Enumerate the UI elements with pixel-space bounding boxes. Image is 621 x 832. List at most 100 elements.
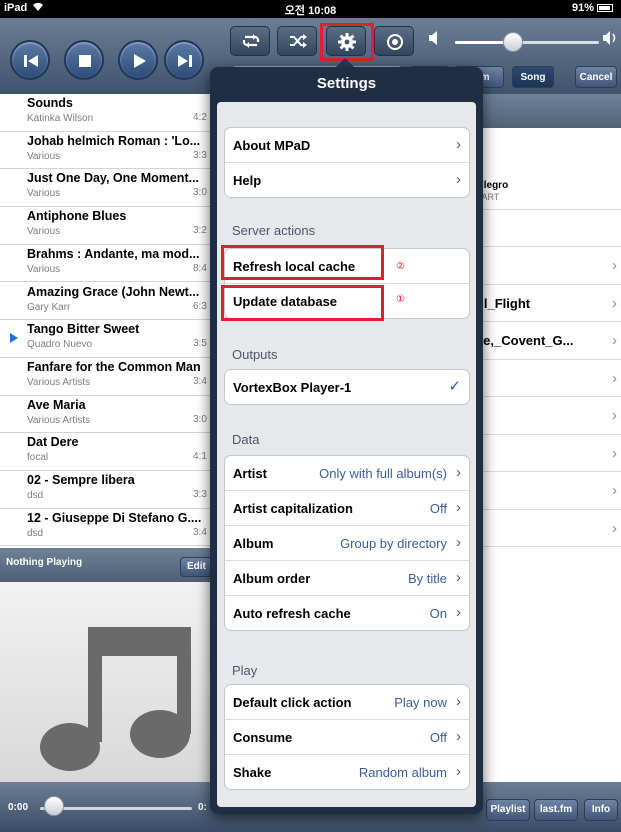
output-label: VortexBox Player-1 (233, 380, 352, 395)
library-row[interactable]: › (460, 247, 621, 285)
track-duration: 3:3 (193, 149, 207, 161)
playlist-row[interactable]: 02 - Sempre libera dsd 3:3 (0, 471, 212, 509)
help-label: Help (233, 173, 262, 188)
track-duration: 3:2 (193, 225, 207, 237)
chevron-right-icon: › (612, 257, 617, 274)
volume-low-icon (427, 30, 441, 51)
album-value: Group by directory (340, 536, 447, 551)
chevron-right-icon: › (456, 693, 461, 710)
stop-icon (79, 55, 91, 67)
playlist-row[interactable]: Antiphone Blues Various 3:2 (0, 207, 212, 245)
shake-label: Shake (233, 765, 272, 780)
volume-knob[interactable] (502, 32, 523, 52)
info-group: About MPaD › Help › (224, 127, 470, 198)
help-cell[interactable]: Help › (225, 163, 469, 197)
output-cell[interactable]: VortexBox Player-1 ✓ (225, 370, 469, 404)
remaining-time: 0: (198, 802, 207, 813)
play-icon (134, 54, 146, 68)
chevron-right-icon: › (612, 332, 617, 349)
info-button[interactable]: Info (584, 799, 618, 821)
playlist-row[interactable]: Dat Dere focal 4:1 (0, 433, 212, 471)
shake-cell[interactable]: Shake Random album › (225, 755, 469, 789)
repeat-icon (242, 34, 260, 48)
playlist-row[interactable]: Johab helmich Roman : 'Lo... Various 3:3 (0, 132, 212, 170)
chevron-right-icon: › (456, 171, 461, 188)
track-duration: 4:1 (193, 451, 207, 463)
shuffle-button[interactable] (277, 26, 317, 56)
cancel-button[interactable]: Cancel (575, 66, 617, 88)
output-button[interactable] (374, 26, 414, 56)
library-row[interactable]: oul_Flight › (460, 285, 621, 322)
track-artist: Various (27, 150, 61, 162)
library-row[interactable]: use,_Covent_G... › (460, 322, 621, 360)
artist-cell[interactable]: Artist Only with full album(s) › (225, 456, 469, 491)
library-row[interactable]: - Allegro ZART (460, 172, 621, 210)
consume-label: Consume (233, 730, 293, 745)
playlist-row[interactable]: Brahms : Andante, ma mod... Various 8:4 (0, 245, 212, 283)
library-row[interactable]: › (460, 510, 621, 547)
repeat-button[interactable] (230, 26, 270, 56)
play-group: Default click action Play now › Consume … (224, 684, 470, 790)
library-row[interactable] (460, 210, 621, 247)
track-title: Dat Dere (27, 435, 79, 450)
play-button[interactable] (118, 40, 158, 80)
chevron-right-icon: › (456, 763, 461, 780)
track-duration: 3:0 (193, 413, 207, 425)
track-artist: Various (27, 188, 61, 200)
track-artist: Various (27, 226, 61, 238)
library-header (460, 94, 621, 128)
album-label: Album (233, 536, 274, 551)
track-title: Sounds (27, 96, 73, 110)
checkmark-icon: ✓ (448, 378, 461, 395)
playlist-button[interactable]: Playlist (486, 799, 530, 821)
previous-button[interactable] (10, 40, 50, 80)
track-duration: 6:3 (193, 300, 207, 312)
track-artist: Gary Karr (27, 301, 71, 313)
playlist-row[interactable]: Fanfare for the Common Man Various Artist… (0, 358, 212, 396)
section-data: Data (232, 432, 260, 447)
library-row[interactable]: › (460, 397, 621, 435)
volume-slider[interactable] (455, 41, 599, 44)
track-artist: focal (27, 452, 49, 464)
playlist-row[interactable]: Tango Bitter Sweet Quadro Nuevo 3:5 (0, 320, 212, 358)
album-order-cell[interactable]: Album order By title › (225, 561, 469, 596)
chevron-right-icon: › (612, 444, 617, 462)
settings-popover: Settings About MPaD › Help › Server acti… (210, 67, 483, 814)
artist-capitalization-value: Off (429, 501, 447, 516)
update-database-highlight (221, 285, 384, 321)
artist-capitalization-cell[interactable]: Artist capitalization Off › (225, 491, 469, 526)
progress-knob[interactable] (44, 796, 64, 816)
track-title: Fanfare for the Common Man (27, 359, 201, 374)
now-playing-icon (10, 333, 18, 344)
library-row[interactable]: › (460, 360, 621, 397)
now-playing-header: Nothing Playing Edit (0, 548, 220, 582)
library-row[interactable]: › (460, 472, 621, 510)
song-segment[interactable]: Song (512, 66, 554, 88)
about-cell[interactable]: About MPaD › (225, 128, 469, 163)
next-button[interactable] (164, 40, 204, 80)
consume-cell[interactable]: Consume Off › (225, 720, 469, 755)
track-artist: Katinka Wilson (27, 113, 94, 124)
previous-icon (24, 55, 38, 67)
library-row[interactable]: io› (460, 435, 621, 472)
chevron-right-icon: › (612, 407, 617, 424)
default-click-cell[interactable]: Default click action Play now › (225, 685, 469, 720)
track-title: Brahms : Andante, ma mod... (27, 246, 200, 261)
chevron-right-icon: › (456, 136, 461, 153)
track-title: Johab helmich Roman : 'Lo... (27, 133, 201, 148)
playlist-row[interactable]: 12 - Giuseppe Di Stefano G.... dsd 3:4 (0, 509, 212, 547)
album-cell[interactable]: Album Group by directory › (225, 526, 469, 561)
track-duration: 4:2 (193, 112, 207, 123)
playlist-row[interactable]: Sounds Katinka Wilson 4:2 (0, 94, 212, 132)
marker-two: ② (396, 261, 405, 272)
playlist-row[interactable]: Just One Day, One Moment... Various 3:0 (0, 169, 212, 208)
playlist-row[interactable]: Amazing Grace (John Newt... Gary Karr 6:3 (0, 283, 212, 321)
stop-button[interactable] (64, 40, 104, 80)
auto-refresh-cell[interactable]: Auto refresh cache On › (225, 596, 469, 630)
auto-refresh-value: On (429, 606, 447, 621)
playlist-row[interactable]: Ave Maria Various Artists 3:0 (0, 396, 212, 434)
track-duration: 8:4 (193, 262, 207, 274)
default-click-value: Play now (394, 695, 447, 710)
lastfm-button[interactable]: last.fm (534, 799, 578, 821)
elapsed-time: 0:00 (8, 802, 29, 813)
